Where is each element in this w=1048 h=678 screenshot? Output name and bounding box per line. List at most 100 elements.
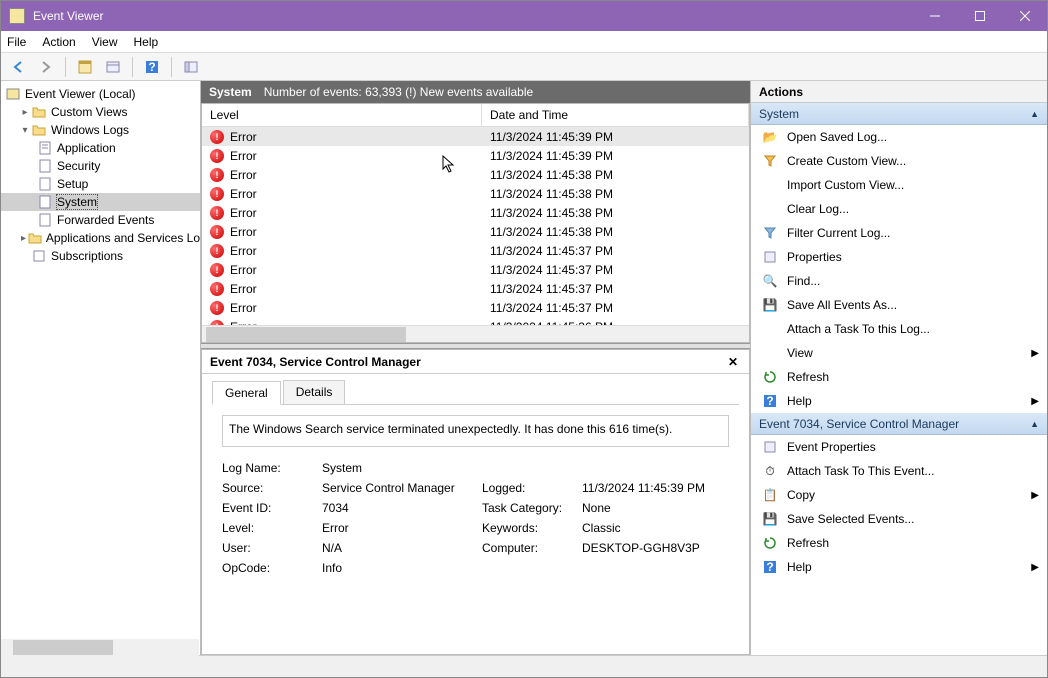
cell-date: 11/3/2024 11:45:37 PM (482, 282, 749, 296)
cell-level: Error (230, 130, 257, 144)
action-open-saved-log[interactable]: 📂Open Saved Log... (751, 125, 1047, 149)
tree-pane[interactable]: Event Viewer (Local) ▸ Custom Views ▾ Wi… (1, 81, 201, 655)
error-icon: ! (210, 206, 224, 220)
list-count: Number of events: 63,393 (!) New events … (264, 85, 533, 99)
close-button[interactable] (1002, 1, 1047, 31)
action-save-selected[interactable]: 💾Save Selected Events... (751, 507, 1047, 531)
maximize-button[interactable] (957, 1, 1002, 31)
tree-apps-services[interactable]: ▸ Applications and Services Lo (1, 229, 200, 247)
grid-body[interactable]: !Error11/3/2024 11:45:39 PM!Error11/3/20… (202, 127, 749, 325)
lbl-keywords: Keywords: (482, 521, 582, 535)
action-help-2[interactable]: ?Help▶ (751, 555, 1047, 579)
tree-setup[interactable]: Setup (1, 175, 200, 193)
action-create-custom-view[interactable]: Create Custom View... (751, 149, 1047, 173)
forward-button[interactable] (35, 56, 57, 78)
cell-date: 11/3/2024 11:45:38 PM (482, 225, 749, 239)
log-icon (37, 212, 53, 228)
action-clear-log[interactable]: Clear Log... (751, 197, 1047, 221)
back-button[interactable] (7, 56, 29, 78)
val-logged: 11/3/2024 11:45:39 PM (582, 481, 739, 495)
minimize-button[interactable] (912, 1, 957, 31)
action-save-all-events[interactable]: 💾Save All Events As... (751, 293, 1047, 317)
val-taskcat: None (582, 501, 739, 515)
cell-level: Error (230, 206, 257, 220)
action-help[interactable]: ?Help▶ (751, 389, 1047, 413)
actions-section-event[interactable]: Event 7034, Service Control Manager ▲ (751, 413, 1047, 435)
help-button[interactable]: ? (141, 56, 163, 78)
panel-button[interactable] (180, 56, 202, 78)
close-detail-button[interactable]: ✕ (725, 354, 741, 370)
horizontal-scrollbar[interactable] (202, 325, 749, 342)
table-row[interactable]: !Error11/3/2024 11:45:39 PM (202, 127, 749, 146)
tree-forwarded[interactable]: Forwarded Events (1, 211, 200, 229)
action-properties[interactable]: Properties (751, 245, 1047, 269)
cell-level: Error (230, 149, 257, 163)
action-attach-task[interactable]: Attach a Task To this Log... (751, 317, 1047, 341)
cell-date: 11/3/2024 11:45:38 PM (482, 168, 749, 182)
lbl-logname: Log Name: (222, 461, 322, 475)
table-row[interactable]: !Error11/3/2024 11:45:38 PM (202, 184, 749, 203)
table-row[interactable]: !Error11/3/2024 11:45:39 PM (202, 146, 749, 165)
table-row[interactable]: !Error11/3/2024 11:45:38 PM (202, 222, 749, 241)
val-eventid: 7034 (322, 501, 482, 515)
expand-icon[interactable]: ▸ (19, 107, 31, 118)
menu-action[interactable]: Action (42, 35, 75, 49)
val-computer: DESKTOP-GGH8V3P (582, 541, 739, 555)
cell-level: Error (230, 187, 257, 201)
table-row[interactable]: !Error11/3/2024 11:45:37 PM (202, 298, 749, 317)
detail-title-bar: Event 7034, Service Control Manager ✕ (202, 350, 749, 374)
action-import-custom-view[interactable]: Import Custom View... (751, 173, 1047, 197)
tree-custom-views[interactable]: ▸ Custom Views (1, 103, 200, 121)
error-icon: ! (210, 301, 224, 315)
table-row[interactable]: ! Error 11/3/2024 11:45:38 PM (202, 203, 749, 222)
refresh-icon (761, 535, 779, 551)
tree-application[interactable]: Application (1, 139, 200, 157)
action-view[interactable]: View▶ (751, 341, 1047, 365)
table-row[interactable]: !Error11/3/2024 11:45:37 PM (202, 260, 749, 279)
event-description: The Windows Search service terminated un… (222, 415, 729, 447)
tab-details[interactable]: Details (283, 380, 346, 404)
expand-icon[interactable]: ▸ (19, 233, 28, 244)
tree-horizontal-scrollbar[interactable] (1, 639, 199, 656)
tree-windows-logs[interactable]: ▾ Windows Logs (1, 121, 200, 139)
action-copy[interactable]: 📋Copy▶ (751, 483, 1047, 507)
tree-subscriptions[interactable]: Subscriptions (1, 247, 200, 265)
cell-level: Error (230, 244, 257, 258)
status-bar (1, 655, 1047, 677)
col-date[interactable]: Date and Time (482, 104, 749, 126)
table-row[interactable]: !Error11/3/2024 11:45:37 PM (202, 279, 749, 298)
actions-section-system[interactable]: System ▲ (751, 103, 1047, 125)
tab-general[interactable]: General (212, 381, 281, 405)
table-row[interactable]: !Error11/3/2024 11:45:38 PM (202, 165, 749, 184)
action-find[interactable]: 🔍Find... (751, 269, 1047, 293)
lbl-eventid: Event ID: (222, 501, 322, 515)
tree-system[interactable]: System (1, 193, 200, 211)
cell-level: Error (230, 263, 257, 277)
action-filter-log[interactable]: Filter Current Log... (751, 221, 1047, 245)
action-attach-task-event[interactable]: ⏱Attach Task To This Event... (751, 459, 1047, 483)
list-header: System Number of events: 63,393 (!) New … (201, 81, 750, 103)
submenu-icon: ▶ (1031, 396, 1039, 407)
table-row[interactable]: !Error11/3/2024 11:45:37 PM (202, 241, 749, 260)
menu-file[interactable]: File (7, 35, 26, 49)
cell-date: 11/3/2024 11:45:39 PM (482, 149, 749, 163)
help-icon: ? (761, 393, 779, 409)
cell-date: 11/3/2024 11:45:37 PM (482, 301, 749, 315)
menu-view[interactable]: View (92, 35, 118, 49)
val-user: N/A (322, 541, 482, 555)
action-event-properties[interactable]: Event Properties (751, 435, 1047, 459)
properties-button[interactable] (102, 56, 124, 78)
col-level[interactable]: Level (202, 104, 482, 126)
cell-date: 11/3/2024 11:45:38 PM (482, 206, 749, 220)
table-row[interactable]: !Error11/3/2024 11:45:36 PM (202, 317, 749, 325)
collapse-icon[interactable]: ▾ (19, 125, 31, 136)
cell-date: 11/3/2024 11:45:39 PM (482, 130, 749, 144)
tree-root[interactable]: Event Viewer (Local) (1, 85, 200, 103)
submenu-icon: ▶ (1031, 562, 1039, 573)
menu-help[interactable]: Help (134, 35, 159, 49)
tree-security[interactable]: Security (1, 157, 200, 175)
show-hide-tree-button[interactable] (74, 56, 96, 78)
action-refresh[interactable]: Refresh (751, 365, 1047, 389)
action-refresh-2[interactable]: Refresh (751, 531, 1047, 555)
blank-icon (761, 345, 779, 361)
